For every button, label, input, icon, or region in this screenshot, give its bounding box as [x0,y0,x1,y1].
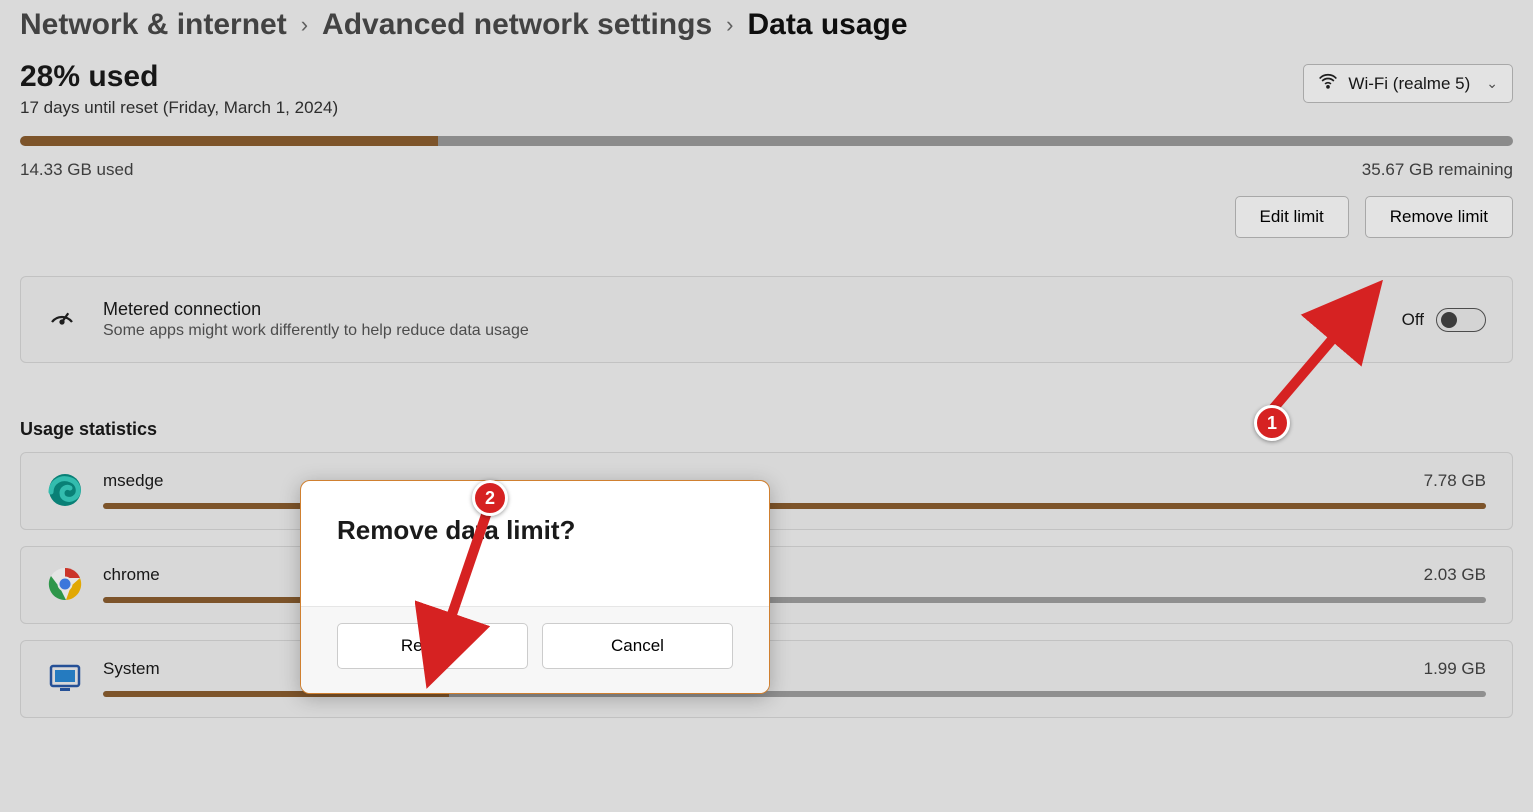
app-name: msedge [103,471,163,491]
meter-icon [47,302,77,337]
chevron-right-icon: › [726,12,733,38]
usage-percent-label: 28% used [20,60,338,94]
edit-limit-button[interactable]: Edit limit [1235,196,1349,238]
annotation-arrow-2 [415,500,505,690]
app-usage: 2.03 GB [1424,565,1486,585]
chevron-right-icon: › [301,12,308,38]
msedge-icon [47,472,83,508]
network-selector[interactable]: Wi-Fi (realme 5) ⌄ [1303,64,1513,103]
remove-limit-button[interactable]: Remove limit [1365,196,1513,238]
app-usage: 7.78 GB [1424,471,1486,491]
breadcrumb-current: Data usage [747,8,907,42]
annotation-callout-1: 1 [1254,405,1290,441]
network-selector-label: Wi-Fi (realme 5) [1348,74,1470,94]
metered-toggle-label: Off [1402,310,1424,330]
metered-subtitle: Some apps might work differently to help… [103,322,529,340]
annotation-callout-2: 2 [472,480,508,516]
breadcrumb-network[interactable]: Network & internet [20,8,287,42]
dialog-cancel-button[interactable]: Cancel [542,623,733,669]
remove-limit-dialog: Remove data limit? Remove Cancel [300,480,770,694]
chevron-down-icon: ⌄ [1486,75,1498,92]
breadcrumb: Network & internet › Advanced network se… [20,0,1513,60]
usage-used-label: 14.33 GB used [20,160,133,180]
breadcrumb-advanced[interactable]: Advanced network settings [322,8,712,42]
app-name: chrome [103,565,160,585]
app-usage: 1.99 GB [1424,659,1486,679]
chrome-icon [47,566,83,602]
system-icon [47,660,83,696]
metered-title: Metered connection [103,299,529,320]
wifi-icon [1318,71,1338,96]
toggle-knob [1441,312,1457,328]
usage-progress-fill [20,136,438,146]
app-name: System [103,659,160,679]
metered-toggle[interactable] [1436,308,1486,332]
usage-remaining-label: 35.67 GB remaining [1362,160,1513,180]
usage-reset-label: 17 days until reset (Friday, March 1, 20… [20,98,338,118]
usage-progress-bar [20,136,1513,146]
dialog-title: Remove data limit? [337,515,733,546]
